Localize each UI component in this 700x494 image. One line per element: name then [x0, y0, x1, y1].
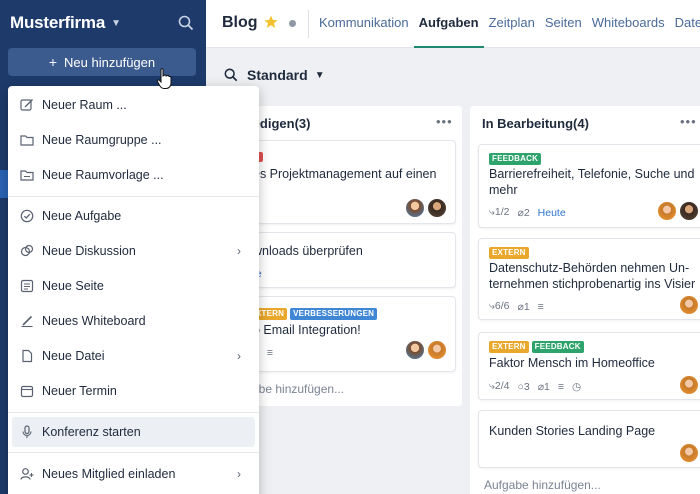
description-icon: ≡: [537, 300, 544, 313]
description-icon: ≡: [557, 380, 564, 393]
avatar: [405, 340, 425, 360]
task-card[interactable]: FEEDBACK Barrierefreiheit, Telefonie, Su…: [478, 144, 700, 228]
plus-icon: +: [48, 54, 58, 70]
subtasks-icon: ⤷6/6: [489, 300, 510, 312]
avatar: [679, 443, 699, 463]
subtasks-icon: ⤷2/4: [489, 380, 510, 392]
folder-icon: [20, 135, 34, 146]
menu-item-new-page[interactable]: Neue Seite: [12, 271, 255, 301]
edit-icon: [20, 99, 33, 111]
tab-aufgaben[interactable]: Aufgaben: [413, 0, 484, 48]
tag-badge: FEEDBACK: [489, 153, 542, 165]
menu-divider: [8, 452, 259, 453]
pen-icon: [21, 315, 33, 328]
tab-whiteboards[interactable]: Whiteboards: [587, 0, 670, 48]
more-icon[interactable]: •••: [680, 114, 697, 129]
status-dot: [289, 20, 296, 27]
add-new-menu: Neuer Raum ... Neue Raumgruppe ... Neue …: [8, 86, 259, 494]
task-title: Barrierefreiheit, Telefonie, Suche und me…: [489, 167, 695, 197]
menu-item-start-conference[interactable]: Konferenz starten: [12, 417, 255, 447]
star-icon[interactable]: [264, 15, 278, 29]
add-task-link[interactable]: abe hinzufügen...: [252, 382, 344, 396]
search-icon[interactable]: [178, 15, 194, 31]
user-add-icon: [20, 468, 34, 480]
task-title: Datenschutz-Behörden nehmen Un-ternehmen…: [489, 261, 696, 291]
template-icon: [20, 170, 34, 181]
avatar: [657, 201, 677, 221]
menu-item-new-event[interactable]: Neuer Termin: [12, 376, 255, 406]
room-tabs: Kommunikation Aufgaben Zeitplan Seiten W…: [314, 0, 700, 48]
task-card[interactable]: EXTERN FEEDBACK Faktor Mensch im Homeoff…: [478, 332, 700, 400]
attachment-icon: ⌀1: [517, 300, 530, 313]
task-title: Faktor Mensch im Homeoffice: [489, 356, 655, 370]
due-date: Heute: [537, 206, 566, 219]
menu-item-new-room-template[interactable]: Neue Raumvorlage ...: [12, 160, 255, 190]
room-header: Blog Kommunikation Aufgaben Zeitplan Sei…: [206, 0, 700, 48]
menu-item-new-discussion[interactable]: Neue Diskussion ›: [12, 236, 255, 266]
check-circle-icon: [20, 209, 34, 223]
avatar: [405, 198, 425, 218]
tag-badge: FEEDBACK: [531, 341, 584, 353]
task-title: Kunden Stories Landing Page: [489, 424, 656, 438]
avatar: [679, 375, 699, 395]
more-icon[interactable]: •••: [436, 114, 453, 129]
avatar: [679, 201, 699, 221]
menu-item-new-room[interactable]: Neuer Raum ...: [12, 90, 255, 120]
column-title: In Bearbeitung(4): [482, 116, 589, 131]
menu-item-invite-member[interactable]: Neues Mitglied einladen ›: [12, 459, 255, 489]
clock-icon: ◷: [572, 380, 582, 393]
description-icon: ≡: [266, 347, 273, 359]
page-title: Blog: [222, 14, 258, 31]
workspace-name: Musterfirma: [10, 13, 106, 32]
add-new-label: Neu hinzufügen: [64, 54, 156, 70]
menu-divider: [8, 412, 259, 413]
page-icon: [20, 279, 34, 293]
avatar: [427, 340, 447, 360]
chevron-right-icon: ›: [237, 467, 241, 481]
attachment-icon: ⌀2: [517, 206, 530, 219]
subtasks-icon: ⤷1/2: [489, 206, 510, 218]
chevron-right-icon: ›: [237, 349, 241, 363]
tab-seiten[interactable]: Seiten: [540, 0, 587, 48]
workspace-switcher[interactable]: Musterfirma ▼: [10, 12, 200, 34]
menu-divider: [8, 196, 259, 197]
view-name: Standard: [247, 67, 308, 83]
divider: [308, 10, 309, 38]
add-task-link[interactable]: Aufgabe hinzufügen...: [484, 478, 601, 492]
tab-dateien[interactable]: Dateien: [670, 0, 700, 48]
task-column: In Bearbeitung(4) ••• FEEDBACK Barrieref…: [470, 106, 700, 494]
view-selector[interactable]: Standard ▼: [224, 66, 325, 84]
hand-cursor-icon: [156, 68, 172, 89]
calendar-icon: [20, 385, 34, 398]
task-card[interactable]: Kunden Stories Landing Page: [478, 410, 700, 468]
avatar: [427, 198, 447, 218]
sidebar-active-indicator: [0, 170, 8, 198]
task-title: o Email Integration!: [253, 323, 361, 337]
chevron-down-icon: ▼: [314, 69, 325, 81]
chat-icon: [20, 244, 34, 257]
tag-badge: EXTERN: [489, 341, 529, 353]
file-icon: [22, 349, 33, 363]
tag-badge: VERBESSERUNGEN: [290, 308, 378, 320]
main-area: Blog Kommunikation Aufgaben Zeitplan Sei…: [206, 0, 700, 494]
attachment-icon: ⌀1: [537, 380, 550, 393]
tag-badge: EXTERN: [489, 247, 529, 259]
comment-icon: ○3: [517, 380, 530, 393]
menu-item-new-room-group[interactable]: Neue Raumgruppe ...: [12, 125, 255, 155]
chevron-down-icon: ▼: [111, 17, 122, 29]
menu-item-new-task[interactable]: Neue Aufgabe: [12, 201, 255, 231]
microphone-icon: [22, 425, 32, 438]
task-title: es Projektmanagement auf einenk: [253, 167, 437, 197]
avatar: [679, 295, 699, 315]
chevron-right-icon: ›: [237, 244, 241, 258]
search-icon[interactable]: [224, 68, 238, 82]
task-card[interactable]: EXTERN Datenschutz-Behörden nehmen Un-te…: [478, 238, 700, 320]
tab-kommunikation[interactable]: Kommunikation: [314, 0, 414, 48]
menu-item-new-file[interactable]: Neue Datei ›: [12, 341, 255, 371]
menu-item-new-whiteboard[interactable]: Neues Whiteboard: [12, 306, 255, 336]
tab-zeitplan[interactable]: Zeitplan: [484, 0, 540, 48]
task-title: wnloads überprüfen: [253, 244, 363, 258]
